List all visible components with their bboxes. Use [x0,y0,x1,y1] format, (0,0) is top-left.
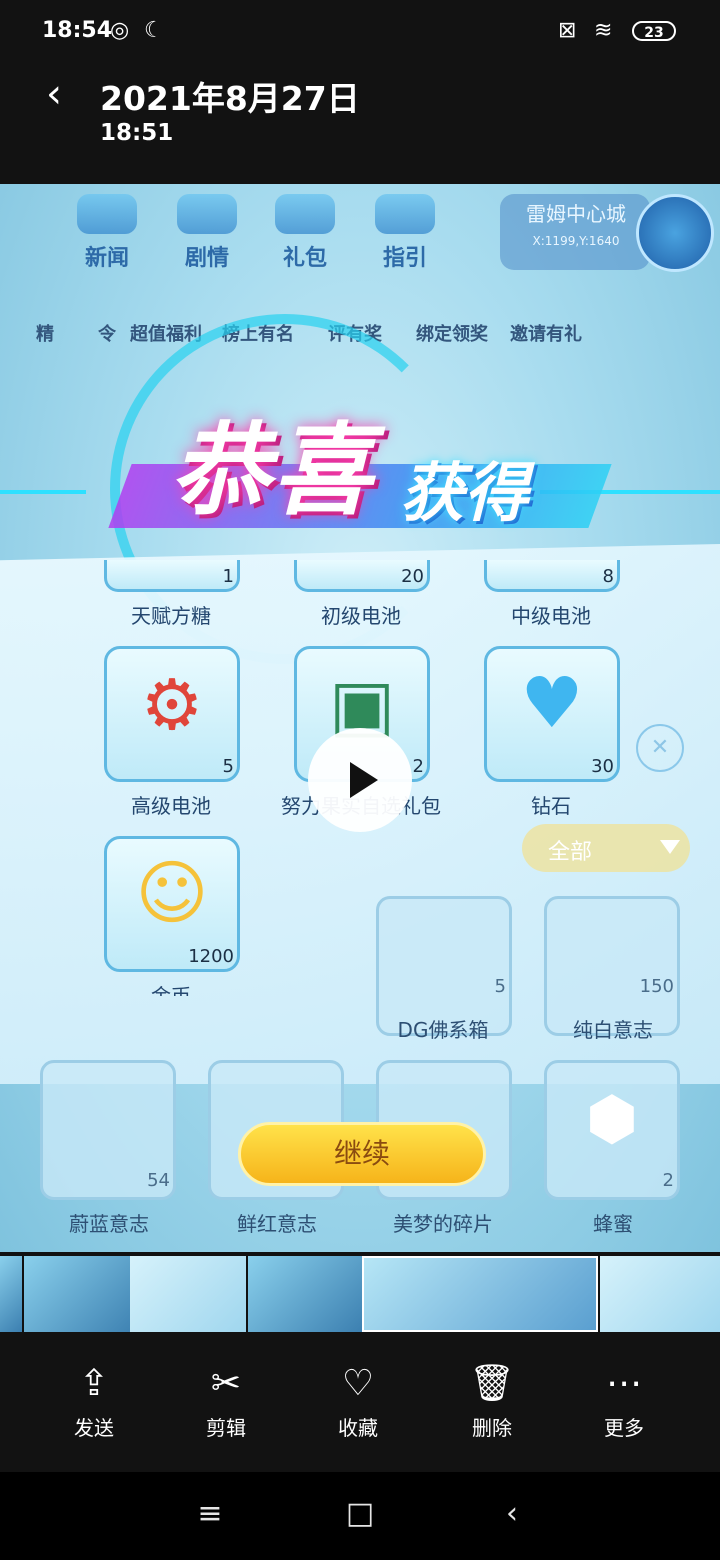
bg-item-name: 蔚蓝意志 [69,1212,149,1236]
thumbnail[interactable] [24,1256,140,1332]
action-label: 发送 [74,1416,114,1440]
more-button[interactable]: ⋯ 更多 [574,1362,674,1441]
close-icon: ✕ [636,724,684,772]
moon-icon: ☾ [144,18,164,43]
hotspot-icon: ◎ [110,18,130,43]
more-icon: ⋯ [606,1363,642,1404]
decorative-line [0,490,86,494]
favorite-button[interactable]: ♡ 收藏 [308,1362,408,1441]
bg-item-count: 5 [494,976,506,997]
action-label: 收藏 [338,1416,378,1440]
bg-item-name: 蜂蜜 [593,1212,633,1236]
action-label: 删除 [472,1416,512,1440]
game-nav-news: 新闻 [62,194,152,272]
chevron-down-icon [660,840,680,854]
send-button[interactable]: ⇪ 发送 [44,1362,144,1441]
reward-count: 5 [222,756,234,777]
scissors-icon: ✂ [210,1363,242,1404]
reward-name: 天赋方糖 [131,604,211,628]
reward-name: 中级电池 [511,604,591,628]
bg-item-name: 纯白意志 [573,1018,653,1042]
play-icon [350,762,378,798]
reward-count: 1200 [188,946,234,967]
game-nav-gift: 礼包 [260,194,350,272]
bg-item-name: DG佛系箱 [397,1018,489,1042]
congrats-subtitle: 获得 [400,457,528,531]
thumbnail[interactable] [600,1256,720,1332]
media-viewer[interactable]: 新闻 剧情 礼包 指引 雷姆中心城 X:1199,Y:1640 精 令 超值福利… [0,184,720,1252]
bg-item-count: 150 [639,976,674,997]
thumbnail[interactable] [248,1256,364,1332]
bg-item-count: 2 [662,1170,674,1191]
map-icon [636,194,714,272]
game-nav-guide: 指引 [360,194,450,272]
game-nav-story: 剧情 [162,194,252,272]
bg-item-name: 鲜红意志 [237,1212,317,1236]
diamond-icon: ♥ [520,662,584,744]
no-sim-icon: ⊠ [558,18,577,43]
congrats-title: 恭喜 [170,412,374,529]
reward-name: 初级电池 [321,604,401,628]
location-coords: X:1199,Y:1640 [532,234,620,248]
bg-item-name: 美梦的碎片 [393,1212,493,1236]
trash-icon: 🗑 [469,1363,515,1404]
wifi-icon: ≋ [594,18,613,43]
game-menu-item: 精 [36,324,54,345]
reward-count: 1 [222,566,234,587]
game-menu-item: 邀请有礼 [510,324,582,345]
reward-name: 高级电池 [131,794,211,818]
filter-label: 全部 [548,840,593,865]
game-menu-item: 绑定领奖 [416,324,488,345]
nav-home-button[interactable]: □ [330,1496,390,1531]
bg-item-count: 54 [147,1170,170,1191]
back-button[interactable]: ‹ [46,74,62,114]
nav-back-button[interactable]: ‹ [482,1496,542,1531]
filmstrip[interactable] [0,1252,720,1332]
reward-count: 8 [602,566,614,587]
reward-name: 钻石 [531,794,571,818]
share-icon: ⇪ [78,1363,110,1404]
photo-time: 18:51 [100,120,174,146]
action-label: 更多 [604,1416,644,1440]
battery-gear-icon: ⚙ [140,664,204,746]
thumbnail[interactable] [130,1256,246,1332]
reward-count: 30 [591,756,614,777]
status-time: 18:54 [42,18,113,43]
heart-icon: ♡ [341,1363,375,1404]
photo-date: 2021年8月27日 [100,79,360,118]
game-menu-item: 令 [98,324,116,345]
nav-menu-button[interactable]: ≡ [180,1496,240,1531]
thumbnail[interactable] [0,1256,22,1332]
location-name: 雷姆中心城 [526,202,626,226]
reward-count: 20 [401,566,424,587]
continue-button: 继续 [238,1122,486,1186]
thumbnail-current[interactable] [362,1256,598,1332]
battery-indicator: 23 [632,21,676,41]
coin-cat-icon: ☺ [135,852,209,934]
action-label: 剪辑 [206,1416,246,1440]
delete-button[interactable]: 🗑 删除 [442,1362,542,1441]
edit-button[interactable]: ✂ 剪辑 [176,1362,276,1441]
honey-icon: ⬢ [585,1084,639,1154]
reward-name: 金币 [151,984,191,996]
